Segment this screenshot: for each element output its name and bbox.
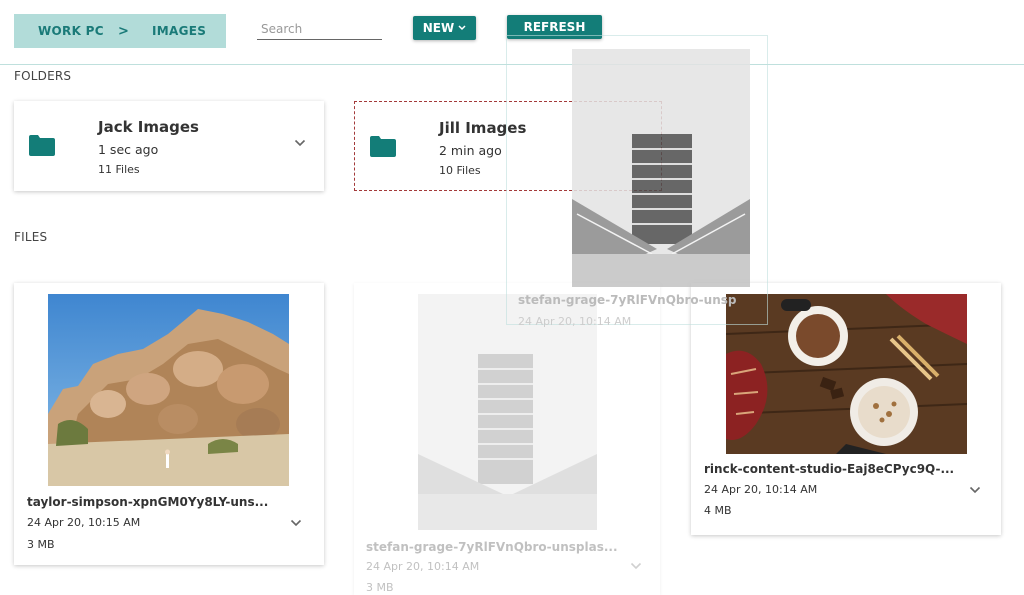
file-thumbnail-building[interactable]	[418, 294, 597, 530]
breadcrumb-root[interactable]: WORK PC	[38, 24, 104, 38]
folder-file-count: 10 Files	[439, 164, 481, 177]
breadcrumb-separator: >	[118, 23, 130, 39]
refresh-button-label: REFRESH	[523, 20, 586, 34]
breadcrumb-current[interactable]: IMAGES	[152, 24, 206, 38]
chevron-down-icon[interactable]	[969, 486, 981, 494]
file-card-taylor-simpson[interactable]: taylor-simpson-xpnGM0Yy8LY-uns... 24 Apr…	[14, 283, 324, 565]
building-image	[418, 294, 597, 530]
chevron-down-icon	[458, 25, 466, 31]
file-name: stefan-grage-7yRlFVnQbro-unsplas...	[366, 540, 618, 554]
drag-preview: stefan-grage-7yRlFVnQbro-unsp 24 Apr 20,…	[506, 35, 768, 328]
file-size: 3 MB	[366, 581, 394, 594]
chevron-down-icon[interactable]	[630, 562, 642, 570]
drag-preview-name: stefan-grage-7yRlFVnQbro-unsp	[518, 293, 737, 307]
folder-card-jack[interactable]: Jack Images 1 sec ago 11 Files	[14, 101, 324, 191]
chevron-down-icon[interactable]	[290, 519, 302, 527]
folder-name: Jack Images	[98, 118, 199, 136]
new-button-label: NEW	[422, 21, 455, 35]
folder-modified: 2 min ago	[439, 143, 502, 158]
files-heading: FILES	[14, 230, 48, 244]
search-input[interactable]	[257, 19, 382, 39]
drag-preview-date: 24 Apr 20, 10:14 AM	[518, 315, 632, 328]
file-date: 24 Apr 20, 10:15 AM	[27, 516, 141, 529]
file-size: 4 MB	[704, 504, 732, 517]
file-name: taylor-simpson-xpnGM0Yy8LY-uns...	[27, 495, 269, 509]
file-card-stefan-grage[interactable]: stefan-grage-7yRlFVnQbro-unsplas... 24 A…	[354, 283, 660, 595]
drag-preview-thumbnail	[572, 49, 750, 287]
search-box	[257, 18, 382, 40]
new-button[interactable]: NEW	[413, 16, 476, 40]
chevron-down-icon[interactable]	[294, 139, 306, 147]
file-name: rinck-content-studio-Eaj8eCPyc9Q-...	[704, 462, 955, 476]
building-image	[572, 49, 750, 287]
folder-file-count: 11 Files	[98, 163, 140, 176]
breadcrumb: WORK PC > IMAGES	[14, 14, 226, 48]
file-date: 24 Apr 20, 10:14 AM	[366, 560, 480, 573]
file-thumbnail-desert-rocks[interactable]	[48, 294, 289, 486]
folder-icon	[370, 136, 396, 157]
folder-icon	[29, 135, 55, 156]
folders-heading: FOLDERS	[14, 69, 72, 83]
file-size: 3 MB	[27, 538, 55, 551]
desert-rocks-image	[48, 294, 289, 486]
file-date: 24 Apr 20, 10:14 AM	[704, 483, 818, 496]
folder-modified: 1 sec ago	[98, 142, 159, 157]
